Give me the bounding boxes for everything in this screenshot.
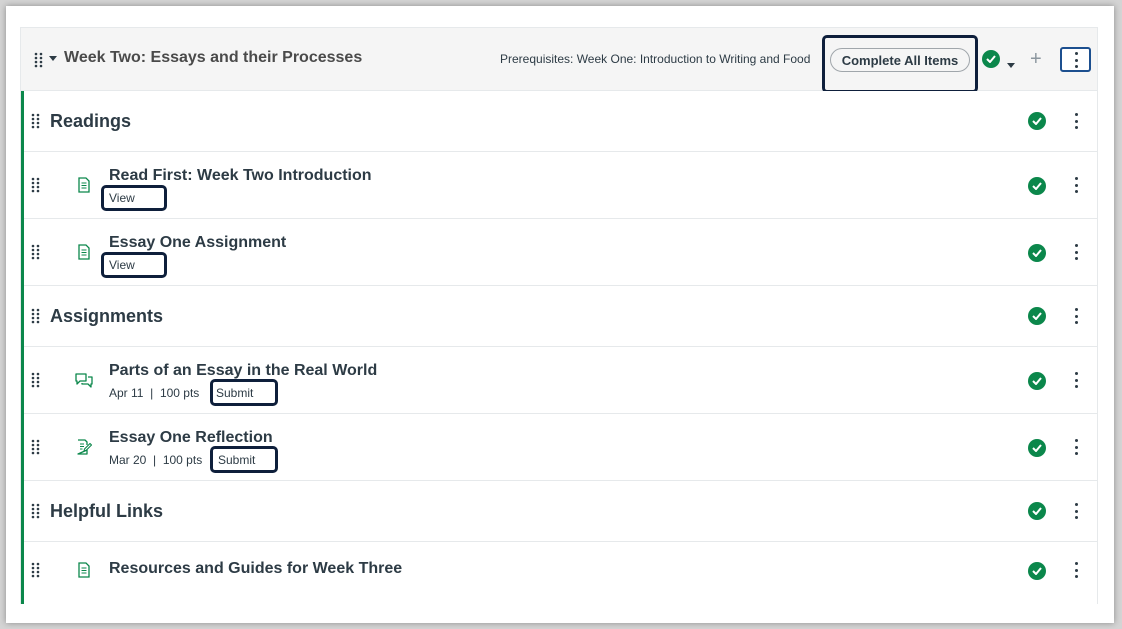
kebab-menu-icon[interactable] <box>1074 562 1078 578</box>
subheader-row-helpful-links[interactable]: Helpful Links <box>24 481 1097 542</box>
drag-handle-icon[interactable] <box>31 113 41 129</box>
list-item[interactable]: Essay One Reflection Mar 20 | 100 pts Su… <box>24 414 1097 481</box>
drag-handle-icon[interactable] <box>31 372 41 388</box>
meta-separator: | <box>153 453 157 467</box>
publish-menu-chevron-icon[interactable] <box>1007 63 1015 68</box>
kebab-menu-icon[interactable] <box>1074 372 1078 388</box>
module-options-button[interactable] <box>1060 47 1091 72</box>
item-title-link[interactable]: Essay One Reflection <box>109 429 273 447</box>
drag-handle-icon[interactable] <box>31 177 41 193</box>
kebab-menu-icon <box>1074 52 1078 68</box>
kebab-menu-icon[interactable] <box>1074 177 1078 193</box>
module-container: Week Two: Essays and their Processes Pre… <box>20 27 1098 604</box>
list-item[interactable]: Essay One Assignment View <box>24 219 1097 286</box>
completed-check-icon <box>1028 562 1046 580</box>
completed-check-icon <box>1028 372 1046 390</box>
drag-handle-icon[interactable] <box>31 562 41 578</box>
module-header[interactable]: Week Two: Essays and their Processes Pre… <box>21 28 1097 93</box>
kebab-menu-icon[interactable] <box>1074 439 1078 455</box>
assignment-icon <box>76 439 92 455</box>
page-icon <box>76 177 92 193</box>
complete-all-items-badge[interactable]: Complete All Items <box>830 48 970 72</box>
drag-handle-icon[interactable] <box>31 503 41 519</box>
highlight-box <box>101 185 167 211</box>
highlight-box <box>210 446 278 473</box>
completed-check-icon <box>1028 439 1046 457</box>
due-date: Mar 20 <box>109 453 147 467</box>
due-date: Apr 11 <box>109 386 144 400</box>
kebab-menu-icon[interactable] <box>1074 308 1078 324</box>
list-item[interactable]: Resources and Guides for Week Three <box>24 542 1097 604</box>
completed-check-icon <box>1028 502 1046 520</box>
page-icon <box>76 562 92 578</box>
drag-handle-icon[interactable] <box>31 244 41 260</box>
discussion-icon <box>75 372 93 388</box>
completed-check-icon <box>1028 112 1046 130</box>
subheader-row-assignments[interactable]: Assignments <box>24 286 1097 347</box>
completed-check-icon <box>982 50 1000 68</box>
list-item[interactable]: Parts of an Essay in the Real World Apr … <box>24 347 1097 414</box>
drag-handle-icon[interactable] <box>31 439 41 455</box>
kebab-menu-icon[interactable] <box>1074 244 1078 260</box>
item-title-link[interactable]: Resources and Guides for Week Three <box>109 560 402 578</box>
subheader-title: Assignments <box>50 306 164 326</box>
item-meta: Mar 20 | 100 pts <box>109 453 202 467</box>
kebab-menu-icon[interactable] <box>1074 503 1078 519</box>
page-icon <box>76 244 92 260</box>
subheader-title: Helpful Links <box>50 501 164 521</box>
kebab-menu-icon[interactable] <box>1074 113 1078 129</box>
highlight-box <box>210 379 278 406</box>
collapse-caret-icon[interactable] <box>49 56 57 61</box>
subheader-row-readings[interactable]: Readings <box>24 91 1097 152</box>
points: 100 pts <box>159 386 200 400</box>
drag-handle-icon[interactable] <box>34 52 44 68</box>
item-title-link[interactable]: Essay One Assignment <box>109 234 286 252</box>
prerequisites-text: Prerequisites: Week One: Introduction to… <box>500 52 811 66</box>
item-title-link[interactable]: Parts of an Essay in the Real World <box>109 362 377 380</box>
module-title[interactable]: Week Two: Essays and their Processes <box>64 49 362 67</box>
drag-handle-icon[interactable] <box>31 308 41 324</box>
list-item[interactable]: Read First: Week Two Introduction View <box>24 152 1097 219</box>
completed-check-icon <box>1028 244 1046 262</box>
highlight-box <box>101 252 167 278</box>
completed-check-icon <box>1028 177 1046 195</box>
meta-separator: | <box>150 386 154 400</box>
add-item-plus-icon[interactable]: + <box>1030 49 1042 69</box>
completed-check-icon <box>1028 307 1046 325</box>
item-meta: Apr 11 | 100 pts <box>109 386 199 400</box>
points: 100 pts <box>162 453 203 467</box>
subheader-title: Readings <box>50 111 132 131</box>
item-title-link[interactable]: Read First: Week Two Introduction <box>109 167 372 185</box>
screenshot-frame: Week Two: Essays and their Processes Pre… <box>6 6 1114 623</box>
